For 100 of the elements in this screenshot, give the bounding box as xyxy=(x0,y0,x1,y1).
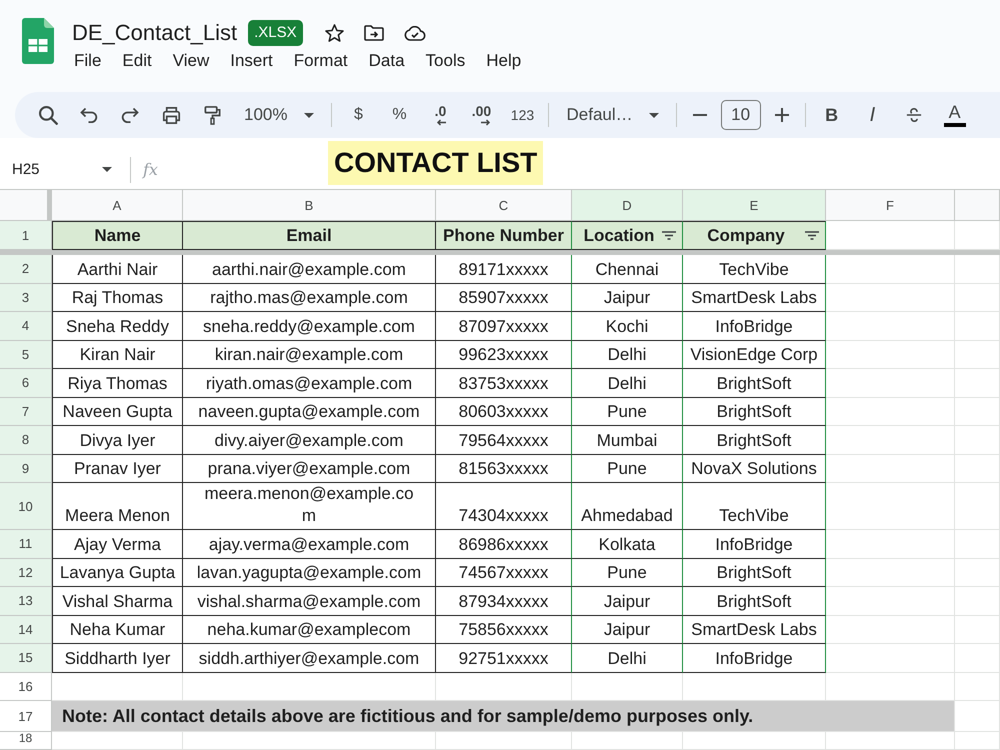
table-cell: aarthi.nair@example.com xyxy=(183,255,436,284)
table-cell: Jaipur xyxy=(572,616,683,644)
row-number[interactable]: 18 xyxy=(0,732,52,750)
color-swatch-icon xyxy=(944,123,966,127)
currency-button[interactable]: $ xyxy=(351,104,366,126)
table-cell: TechVibe xyxy=(683,483,826,530)
menu-item[interactable]: Format xyxy=(294,51,348,71)
increase-decimal-button[interactable]: .00 xyxy=(468,104,494,126)
redo-icon[interactable] xyxy=(121,107,139,123)
row-number[interactable]: 6 xyxy=(0,369,52,398)
table-cell: Ahmedabad xyxy=(572,483,683,530)
number-format-button[interactable]: 123 xyxy=(508,104,538,126)
spreadsheet-logo-icon[interactable] xyxy=(22,18,54,64)
table-cell: 85907xxxxx xyxy=(436,284,572,312)
decrease-decimal-button[interactable]: .0 xyxy=(432,104,450,126)
column-heading: Phone Number xyxy=(443,226,564,246)
row-number[interactable]: 3 xyxy=(0,284,52,312)
column-header[interactable]: F xyxy=(826,190,955,221)
percent-button[interactable]: % xyxy=(389,104,410,126)
table-cell: SmartDesk Labs xyxy=(683,284,826,312)
menu-item[interactable]: Help xyxy=(486,51,522,71)
font-size-field[interactable]: 10 xyxy=(720,100,761,130)
table-cell: Jaipur xyxy=(572,284,683,312)
table-cell: siddh.arthiyer@example.com xyxy=(183,644,436,672)
row-number[interactable]: 16 xyxy=(0,672,52,701)
table-cell: Ajay Verma xyxy=(52,530,183,558)
menu-item[interactable]: File xyxy=(74,51,102,71)
row-number[interactable]: 12 xyxy=(0,558,52,587)
table-cell: TechVibe xyxy=(683,255,826,284)
document-title[interactable]: DE_Contact_List xyxy=(72,19,238,47)
paint-roller-icon[interactable] xyxy=(202,106,222,124)
table-cell: Delhi xyxy=(572,340,683,369)
row-number[interactable]: 15 xyxy=(0,644,52,672)
table-cell: 81563xxxxx xyxy=(436,454,572,483)
menu-item[interactable]: Tools xyxy=(426,51,466,71)
filter-icon[interactable] xyxy=(805,231,819,240)
table-cell: Jaipur xyxy=(572,587,683,616)
table-cell: Chennai xyxy=(572,255,683,284)
table-cell: Naveen Gupta xyxy=(52,398,183,426)
table-cell: prana.viyer@example.com xyxy=(183,454,436,483)
column-header[interactable]: A xyxy=(52,190,183,221)
table-cell: divy.aiyer@example.com xyxy=(183,426,436,454)
table-cell: Neha Kumar xyxy=(52,616,183,644)
search-icon[interactable] xyxy=(38,106,58,124)
plus-icon[interactable] xyxy=(774,108,789,122)
row-number[interactable]: 13 xyxy=(0,587,52,616)
table-cell: 89171xxxxx xyxy=(436,255,572,284)
empty-cell xyxy=(955,672,1000,701)
minus-icon[interactable] xyxy=(692,114,707,116)
column-header[interactable]: E xyxy=(683,190,826,221)
table-cell: BrightSoft xyxy=(683,369,826,398)
italic-button[interactable]: I xyxy=(866,104,878,126)
column-heading: Location xyxy=(584,226,654,246)
menu-item[interactable]: View xyxy=(172,51,210,71)
empty-cell xyxy=(955,587,1000,616)
star-icon[interactable] xyxy=(324,24,344,42)
table-cell: naveen.gupta@example.com xyxy=(183,398,436,426)
row-number[interactable]: 8 xyxy=(0,426,52,454)
text-color-button[interactable]: A xyxy=(942,103,968,127)
row-number[interactable]: 11 xyxy=(0,530,52,558)
menu-item[interactable]: Insert xyxy=(230,51,273,71)
empty-cell xyxy=(955,369,1000,398)
menu-item[interactable]: Edit xyxy=(122,51,152,71)
table-cell: 92751xxxxx xyxy=(436,644,572,672)
empty-cell xyxy=(955,732,1000,750)
table-cell: VisionEdge Corp xyxy=(683,340,826,369)
row-number[interactable]: 10 xyxy=(0,483,52,530)
caret-icon xyxy=(304,112,314,118)
table-cell: Kochi xyxy=(572,312,683,340)
table-cell: kiran.nair@example.com xyxy=(183,340,436,369)
empty-cell xyxy=(955,312,1000,340)
font-dropdown[interactable]: Defaul… xyxy=(558,100,667,130)
print-icon[interactable] xyxy=(162,106,180,124)
table-cell: BrightSoft xyxy=(683,558,826,587)
row-number[interactable]: 4 xyxy=(0,312,52,340)
empty-cell xyxy=(955,558,1000,587)
column-header[interactable]: D xyxy=(572,190,683,221)
filter-icon[interactable] xyxy=(662,231,676,240)
empty-cell xyxy=(955,483,1000,530)
strikethrough-icon[interactable] xyxy=(904,107,923,123)
row-number[interactable]: 7 xyxy=(0,398,52,426)
bold-button[interactable]: B xyxy=(822,104,842,126)
cloud-check-icon[interactable] xyxy=(404,26,426,40)
column-header[interactable]: C xyxy=(436,190,572,221)
table-cell: 86986xxxxx xyxy=(436,530,572,558)
row-number[interactable]: 2 xyxy=(0,255,52,284)
table-cell: sneha.reddy@example.com xyxy=(183,312,436,340)
undo-icon[interactable] xyxy=(80,107,98,123)
table-cell: InfoBridge xyxy=(683,644,826,672)
table-cell: InfoBridge xyxy=(683,312,826,340)
folder-arrow-icon[interactable] xyxy=(364,25,384,41)
column-header[interactable]: B xyxy=(183,190,436,221)
menu-item[interactable]: Data xyxy=(368,51,405,71)
row-number[interactable]: 5 xyxy=(0,340,52,369)
row-number[interactable]: 9 xyxy=(0,454,52,483)
row-number[interactable]: 1 xyxy=(0,221,52,250)
name-box[interactable]: H25 xyxy=(4,156,118,184)
row-number[interactable]: 14 xyxy=(0,616,52,644)
row-number[interactable]: 17 xyxy=(0,701,52,732)
zoom-dropdown[interactable]: 100% xyxy=(236,100,322,130)
